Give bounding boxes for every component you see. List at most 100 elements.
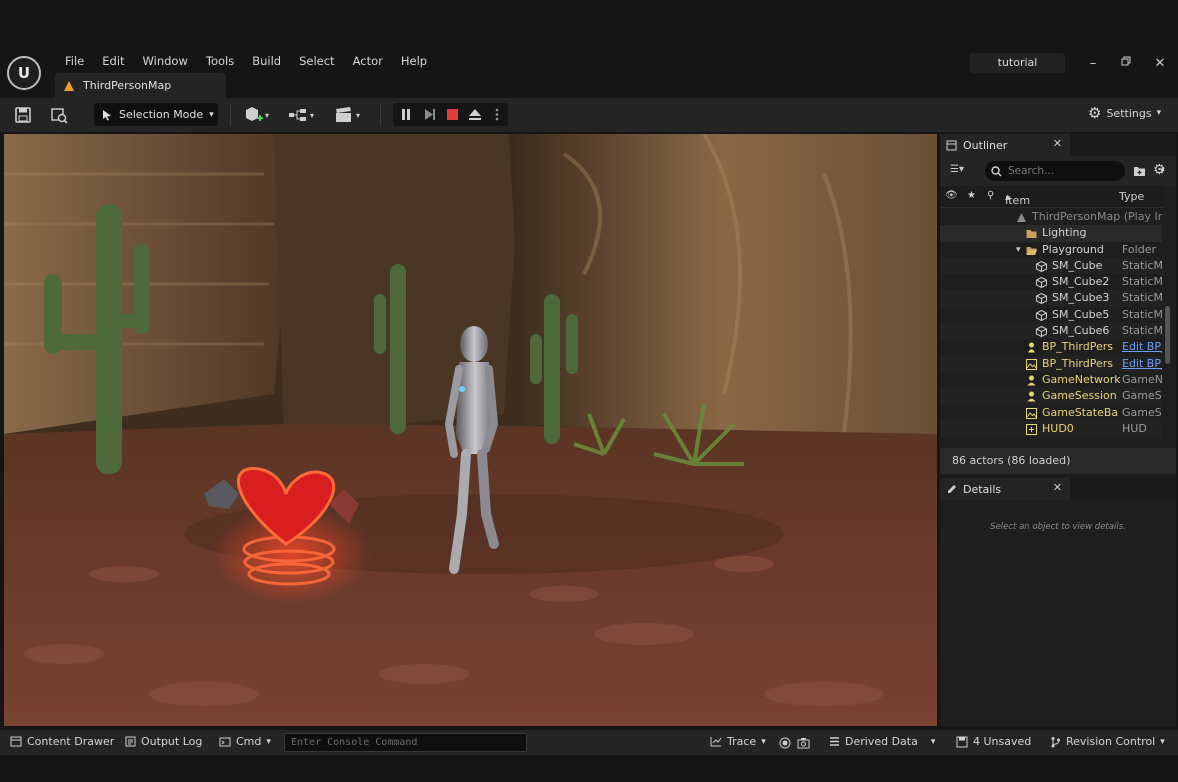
trace-label: Trace [727,735,757,748]
chevron-down-icon: ▾ [761,736,766,747]
level-document-tab[interactable]: ThirdPersonMap [55,73,226,98]
actor-count: 86 actors (86 loaded) [940,448,1176,474]
pawn-icon [1028,342,1035,353]
console-command-input[interactable]: Enter Console Command [284,733,527,752]
add-folder-icon[interactable] [1133,165,1146,177]
step-frame-icon[interactable] [423,108,437,121]
outliner-row[interactable]: SM_Cube StaticMe [940,257,1162,275]
col-item-label[interactable]: Item Label ▴ [1005,190,1035,220]
settings-button[interactable]: ⚙ Settings ▾ [1088,106,1161,121]
menu-help[interactable]: Help [392,53,436,69]
menu-edit[interactable]: Edit [93,53,133,69]
static-mesh-icon [1036,293,1047,305]
picture-icon [1026,407,1037,419]
menu-select[interactable]: Select [290,53,343,69]
outliner-row-type[interactable]: Edit BP_ [1122,339,1162,355]
outliner-row-label: BP_ThirdPers [1042,356,1114,370]
outliner-row[interactable]: BP_ThirdPers Edit BP_ [940,339,1162,356]
status-bar: Content Drawer Output Log Cmd ▾ Enter Co… [0,730,1178,755]
unsaved-button[interactable]: 4 Unsaved [956,735,1031,748]
cmd-label: Cmd [236,735,262,748]
outliner-column-header: 👁 ★ ⚲ Item Label ▴ Type [940,186,1164,220]
trace-icon [710,737,722,747]
outliner-scrollbar[interactable] [1165,306,1170,364]
visibility-eye-icon[interactable]: 👁 [945,190,958,201]
minimize-icon[interactable]: – [1084,55,1102,73]
cinematics-icon[interactable]: ▾ [334,106,364,124]
menu-file[interactable]: File [56,53,93,69]
trace-dropdown[interactable]: Trace ▾ [710,735,766,748]
record-icon[interactable] [779,737,791,749]
menu-tools[interactable]: Tools [197,53,243,69]
outliner-row[interactable]: BP_ThirdPers Edit BP_ [940,355,1162,372]
outliner-row[interactable]: SM_Cube2 StaticMe [940,274,1162,291]
revision-control-icon [1051,736,1060,747]
outliner-row-type[interactable]: Edit BP_ [1122,356,1162,372]
outliner-row-label: SM_Cube5 [1052,307,1110,321]
outliner-row[interactable]: HUD0 HUD [940,420,1162,438]
content-drawer-button[interactable]: Content Drawer [10,735,114,748]
folder-icon [1026,230,1037,239]
selection-mode-dropdown[interactable]: Selection Mode ▾ [94,103,218,126]
outliner-row-type: GameNe [1122,372,1162,386]
outliner-row[interactable]: GameStateBa GameSt [940,404,1162,421]
static-mesh-icon [1036,260,1047,272]
tab-details[interactable]: Details ✕ [940,478,1070,500]
cmd-dropdown[interactable]: Cmd ▾ [219,735,271,748]
svg-text:▾: ▾ [265,111,269,120]
menu-build[interactable]: Build [243,53,290,69]
outliner-row[interactable]: SM_Cube5 StaticMe [940,306,1162,324]
outliner-row[interactable]: Playground Folder ▾ [940,241,1162,258]
outliner-row[interactable]: GameNetworkGameNe [940,371,1162,389]
outliner-row[interactable]: SM_Cube6 StaticMe [940,323,1162,340]
static-mesh-icon [1036,309,1047,321]
expand-arrow-icon[interactable]: ▾ [1016,242,1021,258]
close-icon[interactable]: ✕ [1053,137,1062,150]
outliner-row-label: BP_ThirdPers [1042,340,1114,354]
close-icon[interactable]: ✕ [1053,481,1062,494]
unreal-logo-icon[interactable]: U [7,56,41,90]
gear-icon[interactable]: ⚙ [1153,162,1166,178]
menu-actor[interactable]: Actor [344,53,392,69]
outliner-row[interactable]: ThirdPersonMap (Play In [940,209,1162,226]
bottom-band [0,755,1178,782]
derived-data-dropdown[interactable]: Derived Data ▾ [829,735,935,748]
stop-icon[interactable] [446,108,459,121]
save-icon[interactable] [14,106,32,124]
blueprint-icon[interactable]: ▾ [288,106,318,124]
outliner-tree: ThirdPersonMap (Play In Lighting Playgroun… [940,209,1162,438]
outliner-row[interactable]: SM_Cube3 StaticMe [940,290,1162,307]
output-log-icon [125,736,136,747]
camera-icon[interactable] [797,737,810,749]
output-log-button[interactable]: Output Log [125,735,202,748]
pin-icon[interactable]: ⚲ [987,190,994,201]
document-tab-label: ThirdPersonMap [83,79,172,92]
search-icon [991,165,1002,177]
browse-icon[interactable] [50,106,68,124]
outliner-search-input[interactable]: Search... ▾ [985,161,1165,181]
tab-outliner[interactable]: Outliner ✕ [940,134,1070,156]
pause-icon[interactable] [400,108,412,121]
close-icon[interactable]: ✕ [1151,55,1169,73]
outliner-row[interactable]: GameSession GameSe [940,388,1162,405]
outliner-row-type: GameSt [1122,405,1162,419]
outliner-panel: ☰▾ Search... ▾ ⚙ 👁 ★ ⚲ Item Label ▴ Type… [940,156,1176,448]
details-hint: Select an object to view details. [990,522,1126,532]
details-tab-label: Details [963,482,1002,496]
outliner-tab-label: Outliner [963,138,1008,152]
col-type[interactable]: Type [1119,190,1144,203]
project-name: tutorial [970,53,1065,73]
star-icon[interactable]: ★ [967,190,976,201]
revision-control-dropdown[interactable]: Revision Control ▾ [1050,735,1165,748]
filter-icon[interactable]: ☰▾ [950,164,964,175]
level-icon [1017,213,1026,222]
actor-icon [1027,391,1036,402]
eject-icon[interactable] [468,108,482,121]
restore-icon[interactable] [1117,55,1135,73]
outliner-row[interactable]: Lighting [940,225,1162,242]
level-viewport[interactable] [4,134,937,726]
add-actor-icon[interactable]: ▾ [244,106,270,124]
outliner-search-row: ☰▾ Search... ▾ ⚙ [940,156,1176,186]
menu-window[interactable]: Window [134,53,197,69]
more-options-icon[interactable] [494,107,500,122]
